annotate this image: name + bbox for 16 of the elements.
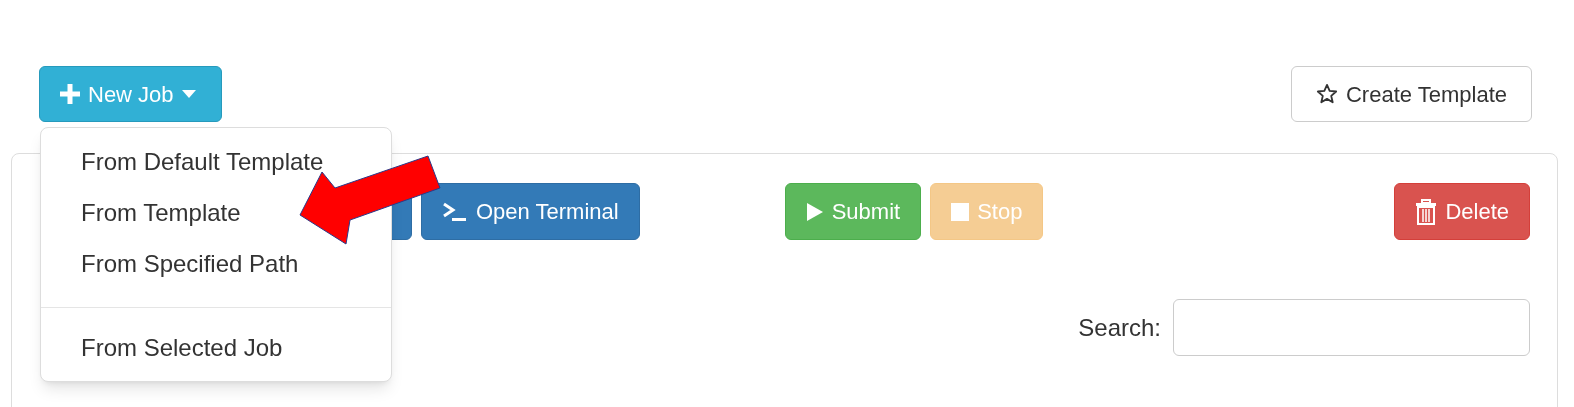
toolbar-button[interactable]: Open Terminal (421, 183, 640, 240)
menu-item[interactable]: From Specified Path (81, 245, 299, 282)
menu-item[interactable]: From Template (81, 194, 241, 231)
terminal-icon (442, 200, 468, 223)
menu-item[interactable]: From Selected Job (81, 329, 283, 366)
trash-icon (1415, 198, 1438, 225)
caret-icon (181, 90, 196, 98)
search-label: Search: (1078, 312, 1161, 343)
star-icon (1316, 83, 1338, 105)
menu-item[interactable]: From Default Template (81, 143, 324, 180)
search-field[interactable] (1173, 299, 1530, 356)
create-template-button[interactable]: Create Template (1291, 66, 1532, 122)
stop-icon (951, 202, 970, 221)
toolbar-button[interactable]: Delete (1394, 183, 1530, 240)
play-icon (805, 201, 824, 222)
plus-icon (60, 84, 80, 104)
